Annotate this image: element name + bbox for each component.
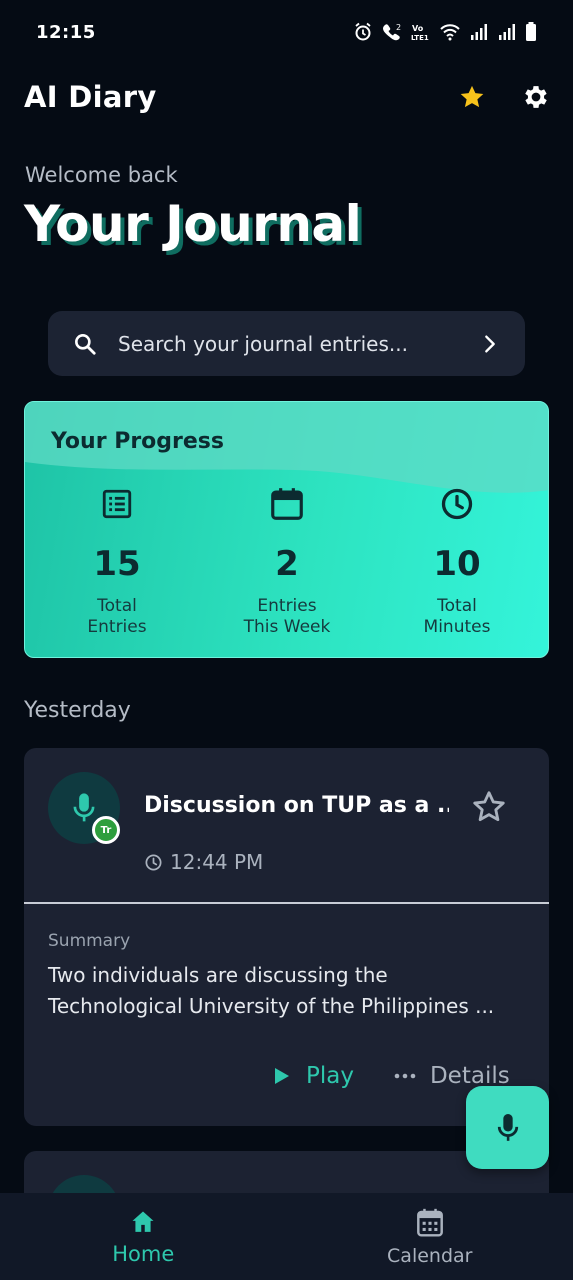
entry-actions: Play Details	[274, 1063, 510, 1089]
stat-label: Entries This Week	[243, 596, 331, 637]
favorites-button[interactable]	[454, 79, 490, 115]
search-placeholder: Search your journal entries...	[118, 331, 408, 356]
star-icon	[460, 85, 484, 108]
status-time: 12:15	[36, 21, 96, 43]
entry-title: Discussion on TUP as a ...	[144, 793, 449, 818]
calendar-icon	[416, 1208, 443, 1237]
nav-home[interactable]: Home	[0, 1193, 287, 1280]
stat-value: 2	[275, 544, 299, 584]
call-icon: 2	[383, 23, 401, 41]
settings-button[interactable]	[518, 79, 554, 115]
record-button[interactable]	[466, 1086, 549, 1169]
progress-card: Your Progress 15 Total Entries 2 Entries…	[24, 401, 549, 658]
welcome-text: Welcome back	[25, 163, 178, 187]
page-title: Your Journal	[24, 195, 362, 253]
stat-label: Total Entries	[87, 596, 147, 637]
battery-icon	[526, 22, 536, 41]
star-outline-icon	[473, 791, 505, 822]
bottom-navigation: Home Calendar	[0, 1193, 573, 1280]
calendar-icon	[271, 488, 303, 520]
signal-icon	[499, 24, 515, 40]
nav-calendar[interactable]: Calendar	[287, 1193, 573, 1280]
summary-label: Summary	[48, 931, 131, 951]
app-actions	[454, 79, 554, 115]
home-icon	[132, 1211, 154, 1232]
chevron-right-icon	[485, 334, 495, 353]
more-horizontal-icon	[394, 1073, 416, 1079]
microphone-icon	[497, 1113, 518, 1141]
stat-entries-this-week: 2 Entries This Week	[202, 482, 372, 638]
signal-icon	[471, 24, 487, 40]
entry-time-text: 12:44 PM	[170, 850, 264, 874]
nav-home-label: Home	[112, 1241, 175, 1266]
alarm-icon	[355, 22, 371, 41]
favorite-entry-button[interactable]	[470, 788, 508, 830]
journal-entry-card[interactable]: Tr Discussion on TUP as a ... 12:44 PM S…	[24, 748, 549, 1126]
search-bar[interactable]: Search your journal entries...	[48, 311, 525, 376]
list-icon	[102, 489, 132, 519]
clock-icon	[441, 488, 473, 520]
svg-text:2: 2	[396, 23, 401, 32]
play-icon	[275, 1068, 289, 1084]
app-title: AI Diary	[24, 80, 157, 114]
volte-icon: VoLTE1	[411, 24, 429, 42]
app-bar: AI Diary	[24, 72, 554, 122]
section-label: Yesterday	[24, 698, 131, 723]
progress-title: Your Progress	[51, 429, 224, 454]
clock-icon	[145, 854, 162, 870]
search-icon	[75, 333, 96, 355]
entry-time: 12:44 PM	[144, 850, 263, 874]
play-label: Play	[306, 1063, 354, 1089]
stat-value: 15	[93, 544, 141, 584]
summary-text: Two individuals are discussing the Techn…	[48, 963, 495, 1018]
transcript-badge: Tr	[92, 816, 120, 844]
gear-icon	[525, 86, 547, 108]
play-button[interactable]: Play	[274, 1063, 354, 1089]
svg-text:Vo: Vo	[412, 24, 424, 33]
status-icons: 2 Vo LTE1	[353, 22, 537, 42]
stat-label: Total Minutes	[423, 596, 491, 637]
stat-total-minutes: 10 Total Minutes	[372, 482, 542, 638]
status-bar: 12:15 2 Vo LTE1	[0, 0, 573, 64]
nav-calendar-label: Calendar	[387, 1244, 473, 1267]
wifi-icon	[440, 24, 460, 41]
stat-value: 10	[433, 544, 481, 584]
divider	[24, 902, 549, 904]
svg-text:LTE1: LTE1	[411, 34, 429, 42]
stat-total-entries: 15 Total Entries	[32, 482, 202, 638]
